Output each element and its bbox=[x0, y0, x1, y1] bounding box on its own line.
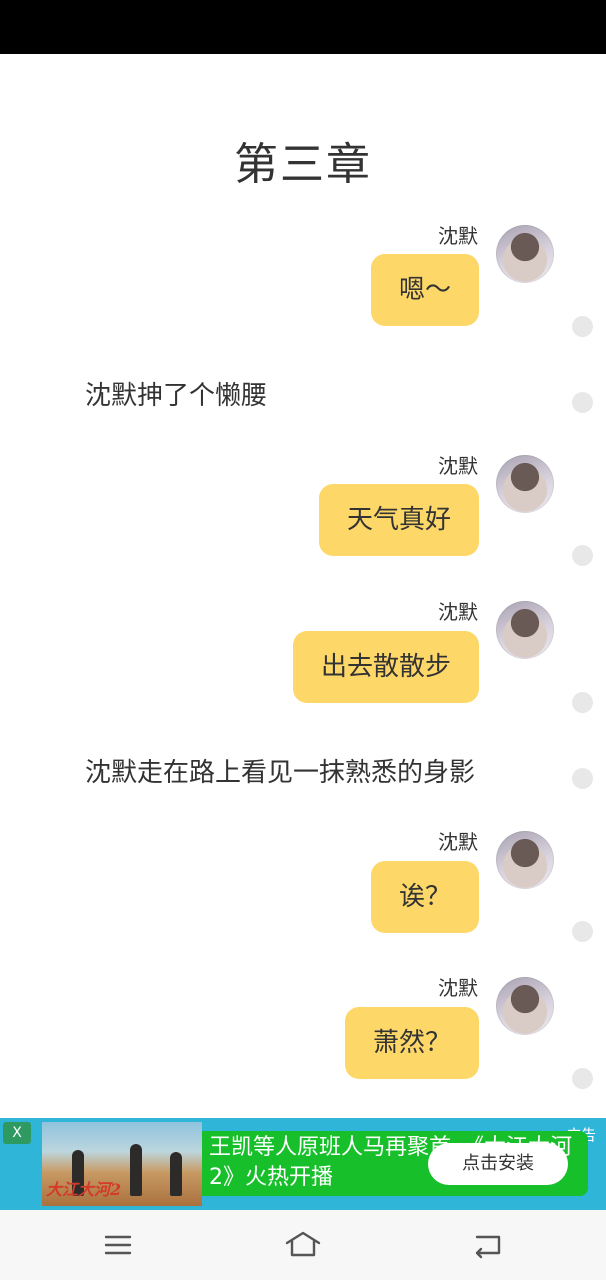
message-dot[interactable] bbox=[572, 692, 593, 713]
avatar[interactable] bbox=[496, 831, 554, 889]
message-dot[interactable] bbox=[572, 921, 593, 942]
message-dot[interactable] bbox=[572, 768, 593, 789]
ad-close-button[interactable]: X bbox=[3, 1122, 31, 1144]
narration-text: 沈默走在路上看见一抹熟悉的身影 bbox=[85, 758, 476, 788]
avatar[interactable] bbox=[496, 455, 554, 513]
back-icon[interactable] bbox=[467, 1228, 507, 1262]
install-button[interactable]: 点击安装 bbox=[428, 1143, 568, 1185]
sender-name: 沈默 bbox=[438, 600, 478, 624]
avatar[interactable] bbox=[496, 601, 554, 659]
chat-bubble[interactable]: 萧然？ bbox=[344, 1007, 479, 1079]
ad-figure bbox=[130, 1144, 142, 1196]
status-bar bbox=[0, 0, 606, 54]
sender-name: 沈默 bbox=[438, 830, 478, 854]
ad-image-caption: 大江大河2 bbox=[46, 1180, 122, 1199]
chat-bubble[interactable]: 嗯～ bbox=[370, 254, 479, 326]
avatar[interactable] bbox=[496, 977, 554, 1035]
chat-bubble[interactable]: 诶？ bbox=[370, 861, 479, 933]
home-icon[interactable] bbox=[283, 1228, 323, 1262]
ad-image[interactable]: 大江大河2 bbox=[42, 1122, 202, 1206]
chat-bubble[interactable]: 天气真好 bbox=[318, 484, 479, 556]
chat-bubble[interactable]: 出去散散步 bbox=[292, 631, 479, 703]
sender-name: 沈默 bbox=[438, 224, 478, 248]
narration-text: 沈默抻了个懒腰 bbox=[85, 381, 268, 411]
chapter-title: 第三章 bbox=[234, 139, 372, 190]
message-dot[interactable] bbox=[572, 316, 593, 337]
avatar[interactable] bbox=[496, 225, 554, 283]
message-dot[interactable] bbox=[572, 1068, 593, 1089]
sender-name: 沈默 bbox=[438, 454, 478, 478]
sender-name: 沈默 bbox=[438, 976, 478, 1000]
message-dot[interactable] bbox=[572, 392, 593, 413]
message-dot[interactable] bbox=[572, 545, 593, 566]
ad-figure bbox=[170, 1152, 182, 1196]
menu-icon[interactable] bbox=[98, 1228, 138, 1262]
